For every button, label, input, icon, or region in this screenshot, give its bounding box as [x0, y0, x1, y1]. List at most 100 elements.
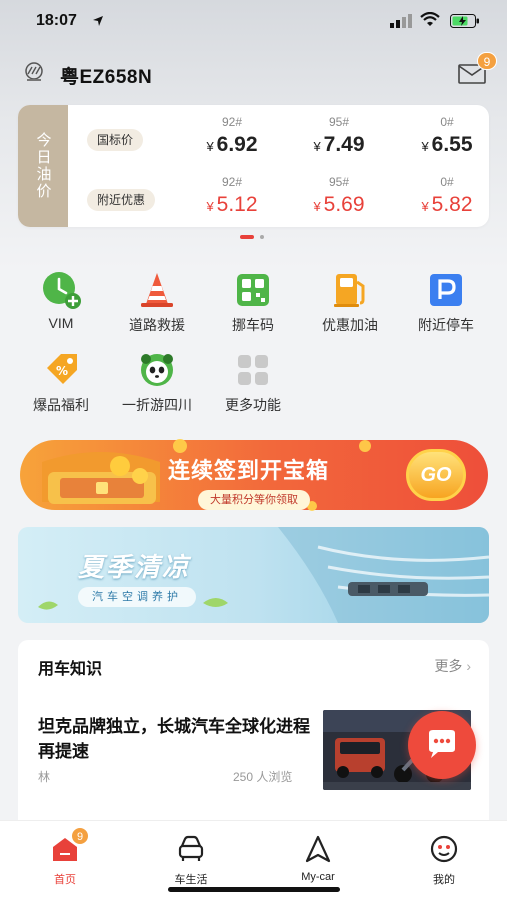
func-road-rescue[interactable]: 道路救援	[112, 270, 202, 335]
price-value: 5.82	[431, 193, 473, 216]
oil-price-card[interactable]: 今日油价 国标价 92# ¥6.92 95# ¥7.49 0# ¥6.55 附近…	[18, 105, 489, 227]
oil-row-label: 附近优惠	[87, 189, 156, 211]
traffic-cone-icon	[135, 270, 179, 310]
func-vim[interactable]: VIM	[16, 270, 106, 331]
summer-banner-title: 夏季清凉	[78, 552, 191, 582]
fuel-grade: 0#	[440, 115, 454, 129]
fuel-grade: 95#	[328, 175, 350, 189]
tab-label: My-car	[301, 871, 335, 883]
tab-car-life[interactable]: 车生活	[151, 835, 231, 887]
func-label: 更多功能	[225, 397, 281, 413]
checkin-banner[interactable]: 连续签到开宝箱 大量积分等你领取 GO	[20, 432, 488, 516]
go-label: GO	[420, 463, 452, 486]
func-nearby-parking[interactable]: 附近停车	[401, 270, 491, 335]
summer-ac-banner[interactable]: 夏季清凉 汽车空调养护	[18, 527, 489, 623]
tab-label: 我的	[433, 874, 455, 886]
section-title: 用车知识	[38, 661, 103, 678]
chevron-right-icon: ›	[466, 658, 471, 674]
func-more[interactable]: 更多功能	[208, 350, 298, 415]
panda-icon	[135, 350, 179, 390]
oil-price-cell: 95# ¥5.69	[294, 175, 384, 217]
func-move-car-code[interactable]: 挪车码	[208, 270, 298, 335]
fuel-price: ¥5.69	[294, 193, 384, 217]
fuel-price: ¥5.12	[187, 193, 277, 217]
svg-text:%: %	[56, 364, 68, 378]
price-value: 5.69	[323, 193, 365, 216]
fuel-grade: 92#	[221, 175, 243, 189]
chat-fab-button[interactable]	[408, 711, 476, 779]
oil-price-cell: 95# ¥7.49	[294, 115, 384, 157]
fuel-price: ¥5.82	[402, 193, 489, 217]
tab-my-car[interactable]: My-car	[278, 835, 358, 883]
battery-icon	[450, 14, 479, 28]
tab-badge: 9	[71, 827, 89, 845]
oil-price-cell: 92# ¥5.12	[187, 175, 277, 217]
license-plate[interactable]: 粤EZ658N	[60, 62, 152, 89]
currency-symbol: ¥	[313, 139, 321, 154]
func-label: 一折游四川	[122, 397, 192, 413]
fuel-price: ¥6.92	[187, 133, 277, 157]
qr-code-icon	[231, 270, 275, 310]
func-discount-fuel[interactable]: 优惠加油	[305, 270, 395, 335]
carousel-dot-active	[240, 235, 254, 239]
wifi-icon	[420, 12, 440, 26]
oil-price-cell: 0# ¥6.55	[402, 115, 489, 157]
more-link[interactable]: 更多 ›	[434, 656, 471, 676]
oil-row-nearby-discount: 附近优惠 92# ¥5.12 95# ¥5.69 0# ¥5.82	[82, 175, 482, 225]
mail-badge: 9	[477, 52, 497, 70]
func-label: 道路救援	[129, 317, 185, 333]
car-brand-logo	[25, 62, 43, 81]
func-hot-deals[interactable]: % 爆品福利	[16, 350, 106, 415]
oil-card-side-label: 今日油价	[18, 105, 68, 227]
article-views: 250 人浏览	[233, 770, 293, 784]
fuel-price: ¥6.55	[402, 133, 489, 157]
function-grid: VIM 道路救援 挪车码 优惠加油 附近停车 % 爆品福利 一折游四川 更多功能	[0, 245, 507, 425]
oil-row-national: 国标价 92# ¥6.92 95# ¥7.49 0# ¥6.55	[82, 115, 482, 165]
location-arrow-icon	[93, 16, 103, 26]
carousel-dot[interactable]	[260, 235, 264, 239]
fuel-grade: 92#	[221, 115, 243, 129]
fuel-grade: 0#	[440, 175, 454, 189]
status-time: 18:07	[36, 12, 77, 29]
currency-symbol: ¥	[313, 199, 321, 214]
tab-mine[interactable]: 我的	[404, 835, 484, 887]
signal-icon	[390, 14, 412, 28]
tab-label: 首页	[54, 874, 76, 886]
func-label: VIM	[48, 315, 74, 331]
price-value: 6.92	[216, 133, 258, 156]
currency-symbol: ¥	[206, 199, 214, 214]
oil-row-label: 国标价	[87, 129, 144, 151]
price-value: 6.55	[431, 133, 473, 156]
tab-label: 车生活	[174, 874, 208, 886]
checkin-go-button[interactable]: GO	[406, 449, 466, 501]
parking-icon	[424, 270, 468, 310]
tab-home[interactable]: 9 首页	[25, 827, 105, 887]
home-indicator	[168, 887, 340, 892]
article-author: 林	[38, 770, 51, 784]
fuel-grade: 95#	[328, 115, 350, 129]
clock-plus-icon	[39, 270, 83, 310]
navigation-arrow-icon	[305, 835, 331, 863]
fuel-price: ¥7.49	[294, 133, 384, 157]
currency-symbol: ¥	[421, 199, 429, 214]
func-label: 附近停车	[418, 317, 474, 333]
chat-bubble-icon	[429, 730, 455, 758]
price-value: 7.49	[323, 133, 365, 156]
func-label: 优惠加油	[322, 317, 378, 333]
price-value: 5.12	[216, 193, 258, 216]
fuel-pump-icon	[328, 270, 372, 310]
summer-banner-subtitle: 汽车空调养护	[78, 587, 196, 607]
article-title[interactable]: 坦克品牌独立，长城汽车全球化进程再提速	[38, 714, 313, 764]
car-icon	[178, 835, 204, 861]
coupon-tag-icon: %	[39, 350, 83, 390]
grid-icon	[231, 350, 275, 390]
oil-price-cell: 92# ¥6.92	[187, 115, 277, 157]
currency-symbol: ¥	[421, 139, 429, 154]
oil-price-cell: 0# ¥5.82	[402, 175, 489, 217]
checkin-banner-subtitle: 大量积分等你领取	[198, 490, 310, 510]
func-label: 挪车码	[232, 317, 274, 333]
more-label: 更多	[434, 658, 463, 674]
func-sichuan-travel[interactable]: 一折游四川	[112, 350, 202, 415]
profile-icon	[430, 835, 458, 863]
checkin-banner-title: 连续签到开宝箱	[168, 458, 330, 483]
